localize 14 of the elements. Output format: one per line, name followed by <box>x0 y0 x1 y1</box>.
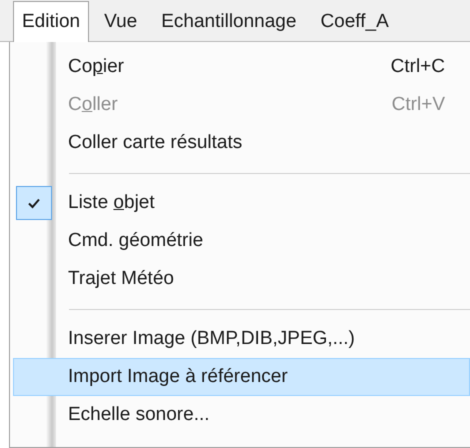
menu-item[interactable]: Echelle sonore... <box>13 396 470 434</box>
menu-bar-item[interactable]: Coeff_A <box>311 1 398 41</box>
menu-bar-item[interactable]: Vue <box>95 1 146 41</box>
menu-item[interactable]: Copier Ctrl+C <box>13 48 470 86</box>
menu-item[interactable]: Trajet Météo <box>13 260 470 298</box>
menu-item[interactable]: Liste objet <box>13 184 470 222</box>
menu-bar-item[interactable]: Edition <box>13 1 90 42</box>
menu-item[interactable]: Coller carte résultats <box>13 124 470 162</box>
shortcut-label: Ctrl+C <box>390 56 445 78</box>
shortcut-label: Ctrl+V <box>392 94 445 116</box>
menu-item[interactable]: Cmd. géométrie <box>13 222 470 260</box>
menu-bar-item[interactable]: Echantillonnage <box>152 1 306 41</box>
menu-item[interactable]: Inserer Image (BMP,DIB,JPEG,...) <box>13 320 470 358</box>
menu-item[interactable]: Import Image à référencer <box>13 358 470 396</box>
